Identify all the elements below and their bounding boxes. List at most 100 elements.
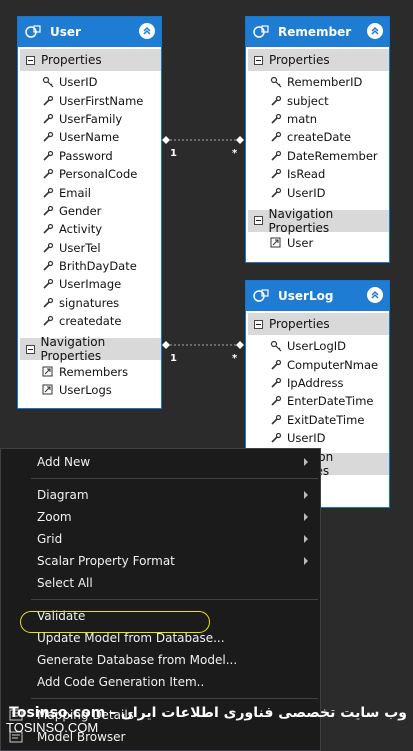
collapse-box-icon[interactable] <box>26 344 35 354</box>
scalar-property-icon <box>43 187 54 198</box>
navigation-property-label: Remembers <box>59 364 129 379</box>
property-row[interactable]: matn <box>246 110 389 128</box>
property-row[interactable]: createDate <box>246 128 389 146</box>
entity-title: User <box>50 25 81 39</box>
scalar-property-icon <box>271 113 282 124</box>
property-row[interactable]: ExitDateTime <box>246 411 389 429</box>
menu-item-add-new[interactable]: Add New <box>1 451 320 473</box>
property-row[interactable]: subject <box>246 91 389 109</box>
menu-item-label: Zoom <box>37 510 72 524</box>
property-row[interactable]: UserImage <box>18 275 161 293</box>
property-row[interactable]: UserFamily <box>18 110 161 128</box>
scalar-property-icon <box>271 95 282 106</box>
update-model-highlight <box>20 611 210 633</box>
property-row[interactable]: Activity <box>18 220 161 238</box>
scalar-property-icon <box>43 260 54 271</box>
property-label: UserImage <box>59 277 122 292</box>
property-row[interactable]: ComputerNmae <box>246 355 389 373</box>
collapse-box-icon[interactable] <box>254 55 263 65</box>
menu-item-label: Diagram <box>37 488 89 502</box>
property-row[interactable]: Password <box>18 147 161 165</box>
property-row[interactable]: UserLogID <box>246 337 389 355</box>
navigation-property-label: User <box>287 235 314 250</box>
property-label: UserFamily <box>59 111 123 126</box>
entity-title: UserLog <box>278 289 334 303</box>
scalar-property-icon <box>271 359 282 370</box>
entity-remember-header[interactable]: Remember <box>246 17 389 47</box>
property-label: subject <box>287 93 329 108</box>
remember-user-end-diamond <box>236 136 244 144</box>
menu-item-scalar-property-format[interactable]: Scalar Property Format <box>1 550 320 572</box>
scalar-property-icon <box>271 150 282 161</box>
scalar-property-icon <box>43 95 54 106</box>
scalar-property-icon <box>43 316 54 326</box>
multiplicity-many-label: * <box>232 353 238 364</box>
menu-separator <box>31 599 318 600</box>
property-row[interactable]: IpAddress <box>246 374 389 392</box>
property-row[interactable]: DateRemember <box>246 147 389 165</box>
property-row[interactable]: UserID <box>246 183 389 201</box>
navigation-property-row[interactable]: Remembers <box>18 362 161 380</box>
menu-item-label: Generate Database from Model... <box>37 653 238 667</box>
collapse-chevron-icon[interactable] <box>367 287 383 303</box>
multiplicity-many-label: * <box>232 148 238 159</box>
navigation-properties-section-header[interactable]: Navigation Properties <box>20 335 161 363</box>
menu-item-label: Select All <box>37 576 93 590</box>
property-row[interactable]: Email <box>18 183 161 201</box>
menu-item-select-all[interactable]: Select All <box>1 572 320 594</box>
navigation-property-icon <box>42 366 53 377</box>
navigation-property-row[interactable]: UserLogs <box>18 381 161 399</box>
properties-section-header[interactable]: Properties <box>20 49 161 71</box>
scalar-property-icon <box>43 297 54 308</box>
key-icon <box>270 77 282 88</box>
property-row[interactable]: RememberID <box>246 73 389 91</box>
property-label: BrithDayDate <box>59 259 137 274</box>
property-row[interactable]: UserID <box>18 73 161 91</box>
property-row[interactable]: UserTel <box>18 239 161 257</box>
property-label: matn <box>287 111 318 126</box>
scalar-property-icon <box>271 377 282 388</box>
collapse-box-icon[interactable] <box>254 216 263 226</box>
property-row[interactable]: PersonalCode <box>18 165 161 183</box>
menu-item-add-code-generation-item[interactable]: Add Code Generation Item.. <box>1 671 320 693</box>
property-row[interactable]: EnterDateTime <box>246 392 389 410</box>
submenu-arrow-icon <box>304 557 308 565</box>
property-label: UserID <box>287 431 326 446</box>
collapse-chevron-icon[interactable] <box>139 23 155 39</box>
property-row[interactable]: IsRead <box>246 165 389 183</box>
property-row[interactable]: signatures <box>18 294 161 312</box>
scalar-property-icon <box>271 433 282 443</box>
property-row[interactable]: UserID <box>246 429 389 447</box>
property-row[interactable]: BrithDayDate <box>18 257 161 275</box>
scalar-property-icon <box>271 396 282 406</box>
property-label: Email <box>59 185 91 200</box>
property-row[interactable]: UserName <box>18 128 161 146</box>
menu-item-grid[interactable]: Grid <box>1 528 320 550</box>
entity-user[interactable]: User Properties UserID UserFirstName UserF… <box>17 16 162 409</box>
navigation-property-icon <box>42 384 53 395</box>
property-row[interactable]: UserFirstName <box>18 91 161 109</box>
multiplicity-one-label: 1 <box>170 148 177 159</box>
entity-userlog-header[interactable]: UserLog <box>246 281 389 311</box>
collapse-box-icon[interactable] <box>254 319 263 329</box>
menu-separator <box>31 698 318 699</box>
property-label: Password <box>59 148 113 163</box>
collapse-box-icon[interactable] <box>26 55 35 65</box>
property-row[interactable]: createdate <box>18 312 161 330</box>
menu-item-zoom[interactable]: Zoom <box>1 506 320 528</box>
entity-user-header[interactable]: User <box>18 17 161 47</box>
properties-section-header[interactable]: Properties <box>248 49 389 71</box>
menu-item-diagram[interactable]: Diagram <box>1 484 320 506</box>
menu-item-generate-database-from-model[interactable]: Generate Database from Model... <box>1 649 320 671</box>
navigation-properties-section-header[interactable]: Navigation Properties <box>248 207 389 235</box>
property-row[interactable]: Gender <box>18 202 161 220</box>
navigation-property-row[interactable]: User <box>246 234 389 252</box>
submenu-arrow-icon <box>304 458 308 466</box>
menu-item-label: Scalar Property Format <box>37 554 175 568</box>
property-label: ExitDateTime <box>287 412 365 427</box>
collapse-chevron-icon[interactable] <box>367 23 383 39</box>
properties-section-header[interactable]: Properties <box>248 313 389 335</box>
entity-remember[interactable]: Remember Properties RememberID subject mat… <box>245 16 390 263</box>
property-label: Activity <box>59 222 103 237</box>
scalar-property-icon <box>271 169 282 179</box>
